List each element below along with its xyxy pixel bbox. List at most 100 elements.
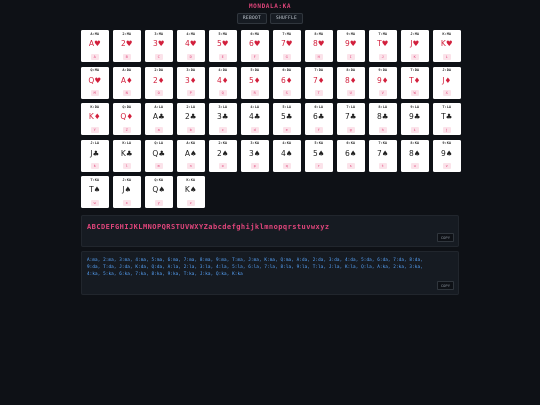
playing-card[interactable]: T:LA T♣ j [433, 103, 461, 135]
playing-card[interactable]: 9:DA 9♦ V [369, 66, 397, 99]
card-key-badge: z [186, 199, 195, 206]
card-code: J:DA [442, 68, 452, 72]
card-key-badge: Q [218, 90, 227, 96]
shuffle-button[interactable]: SHUFFLE [269, 13, 304, 24]
card-code: 2:MA [122, 31, 132, 36]
playing-card[interactable]: A:KA A♠ n [177, 139, 205, 172]
copy-sequence-button[interactable]: COPY [436, 233, 454, 242]
playing-card[interactable]: Q:KA Q♠ y [145, 176, 173, 208]
suit-icon: ♥ [157, 39, 165, 48]
playing-card[interactable]: K:MA K♥ L [433, 30, 461, 62]
playing-card[interactable]: 6:LA 6♣ f [305, 103, 333, 135]
playing-card[interactable]: 6:DA 6♦ S [273, 66, 301, 99]
playing-card[interactable]: 3:LA 3♣ c [209, 103, 237, 135]
card-key-badge: O [154, 90, 163, 96]
card-key-badge: S [282, 90, 291, 96]
suit-icon: ♣ [445, 112, 453, 121]
card-key-badge: V [378, 90, 387, 96]
playing-card[interactable]: 5:KA 5♠ r [305, 139, 333, 172]
playing-card[interactable]: K:DA K♦ Y [81, 103, 109, 135]
playing-card[interactable]: K:LA K♣ l [113, 139, 141, 172]
playing-card[interactable]: 4:MA 4♥ D [177, 30, 205, 62]
playing-card[interactable]: 2:LA 2♣ b [177, 103, 205, 135]
card-code: 7:LA [346, 104, 356, 109]
playing-card[interactable]: 2:MA 2♥ B [113, 30, 141, 62]
card-face: T♦ [401, 76, 429, 85]
card-mapping-text: A:ma, 2:ma, 3:ma, 4:ma, 5:ma, 6:ma, 7:ma… [87, 258, 423, 277]
playing-card[interactable]: 7:DA 7♦ T [305, 66, 333, 99]
playing-card[interactable]: 8:MA 8♥ H [305, 30, 333, 62]
playing-card[interactable]: 9:MA 9♥ I [337, 30, 365, 62]
reboot-button[interactable]: REBOOT [236, 13, 267, 24]
card-key-badge: m [154, 163, 163, 169]
card-key-badge: L [442, 53, 451, 60]
suit-icon: ♠ [349, 148, 357, 158]
playing-card[interactable]: Q:DA Q♦ Z [113, 103, 141, 135]
playing-card[interactable]: 4:DA 4♦ Q [209, 66, 237, 99]
card-face: 4♠ [273, 149, 301, 158]
playing-card[interactable]: J:MA J♥ K [401, 30, 429, 62]
card-key-badge: u [410, 163, 419, 169]
playing-card[interactable]: K:KA K♠ z [177, 176, 205, 208]
suit-icon: ♦ [157, 75, 165, 85]
playing-card[interactable]: 2:KA 2♠ o [209, 139, 237, 172]
suit-icon: ♣ [189, 112, 197, 121]
playing-card[interactable]: 3:KA 3♠ p [241, 139, 269, 172]
suit-icon: ♣ [158, 148, 166, 158]
playing-card[interactable]: J:LA J♣ k [81, 139, 109, 172]
playing-card[interactable]: 5:LA 5♣ e [273, 103, 301, 135]
card-face: 6♦ [273, 76, 301, 85]
suit-icon: ♣ [413, 112, 421, 121]
playing-card[interactable]: 5:MA 5♥ E [209, 30, 237, 62]
playing-card[interactable]: 4:KA 4♠ q [273, 139, 301, 172]
playing-card[interactable]: A:DA A♦ N [113, 66, 141, 99]
card-code: 9:LA [410, 104, 420, 109]
playing-card[interactable]: J:DA J♦ X [433, 66, 461, 99]
playing-card[interactable]: 8:KA 8♠ u [401, 139, 429, 172]
playing-card[interactable]: 3:MA 3♥ C [145, 30, 173, 62]
playing-card[interactable]: T:MA T♥ J [369, 30, 397, 62]
playing-card[interactable]: 5:DA 5♦ R [241, 66, 269, 99]
card-code: Q:MA [90, 68, 100, 72]
playing-card[interactable]: 6:MA 6♥ F [241, 30, 269, 62]
card-face: A♠ [177, 149, 205, 158]
card-key-badge: H [314, 53, 323, 60]
playing-card[interactable]: J:KA J♠ x [113, 176, 141, 208]
card-key-badge: y [154, 199, 163, 206]
playing-card[interactable]: 8:DA 8♦ U [337, 66, 365, 99]
copy-mapping-button[interactable]: COPY [436, 281, 454, 290]
card-code: T:MA [378, 31, 388, 36]
playing-card[interactable]: 9:LA 9♣ i [401, 103, 429, 135]
suit-icon: ♠ [158, 185, 166, 194]
playing-card[interactable]: 4:LA 4♣ d [241, 103, 269, 135]
card-key-badge: X [442, 90, 451, 96]
playing-card[interactable]: 7:LA 7♣ g [337, 103, 365, 135]
card-face: 6♠ [337, 148, 365, 158]
card-face: K♦ [81, 113, 109, 121]
playing-card[interactable]: Q:MA Q♥ M [81, 66, 109, 99]
playing-card[interactable]: 7:MA 7♥ G [273, 30, 301, 62]
playing-card[interactable]: 8:LA 8♣ h [369, 103, 397, 135]
card-face: 8♣ [369, 113, 397, 121]
card-code: 8:DA [346, 68, 356, 72]
playing-card[interactable]: 2:DA 2♦ O [145, 66, 173, 99]
playing-card[interactable]: T:DA T♦ W [401, 66, 429, 99]
playing-card[interactable]: A:LA A♣ a [145, 103, 173, 135]
playing-card[interactable]: 7:KA 7♠ t [369, 139, 397, 172]
suit-icon: ♦ [125, 75, 133, 85]
card-key-badge: R [250, 90, 259, 96]
playing-card[interactable]: Q:LA Q♣ m [145, 139, 173, 172]
card-key-badge: e [282, 126, 291, 133]
card-code: 6:KA [346, 141, 356, 145]
playing-card[interactable]: 3:DA 3♦ P [177, 66, 205, 99]
playing-card[interactable]: A:MA A♥ A [81, 30, 109, 62]
playing-card[interactable]: T:KA T♠ w [81, 176, 109, 208]
playing-card[interactable]: 6:KA 6♠ s [337, 139, 365, 172]
card-face: Q♣ [145, 148, 173, 158]
playing-card[interactable]: 9:KA 9♠ v [433, 139, 461, 172]
card-code: Q:LA [154, 141, 164, 145]
suit-icon: ♠ [189, 185, 197, 194]
card-code: Q:DA [122, 104, 132, 109]
card-code: 3:KA [250, 141, 260, 145]
suit-icon: ♥ [189, 39, 197, 48]
